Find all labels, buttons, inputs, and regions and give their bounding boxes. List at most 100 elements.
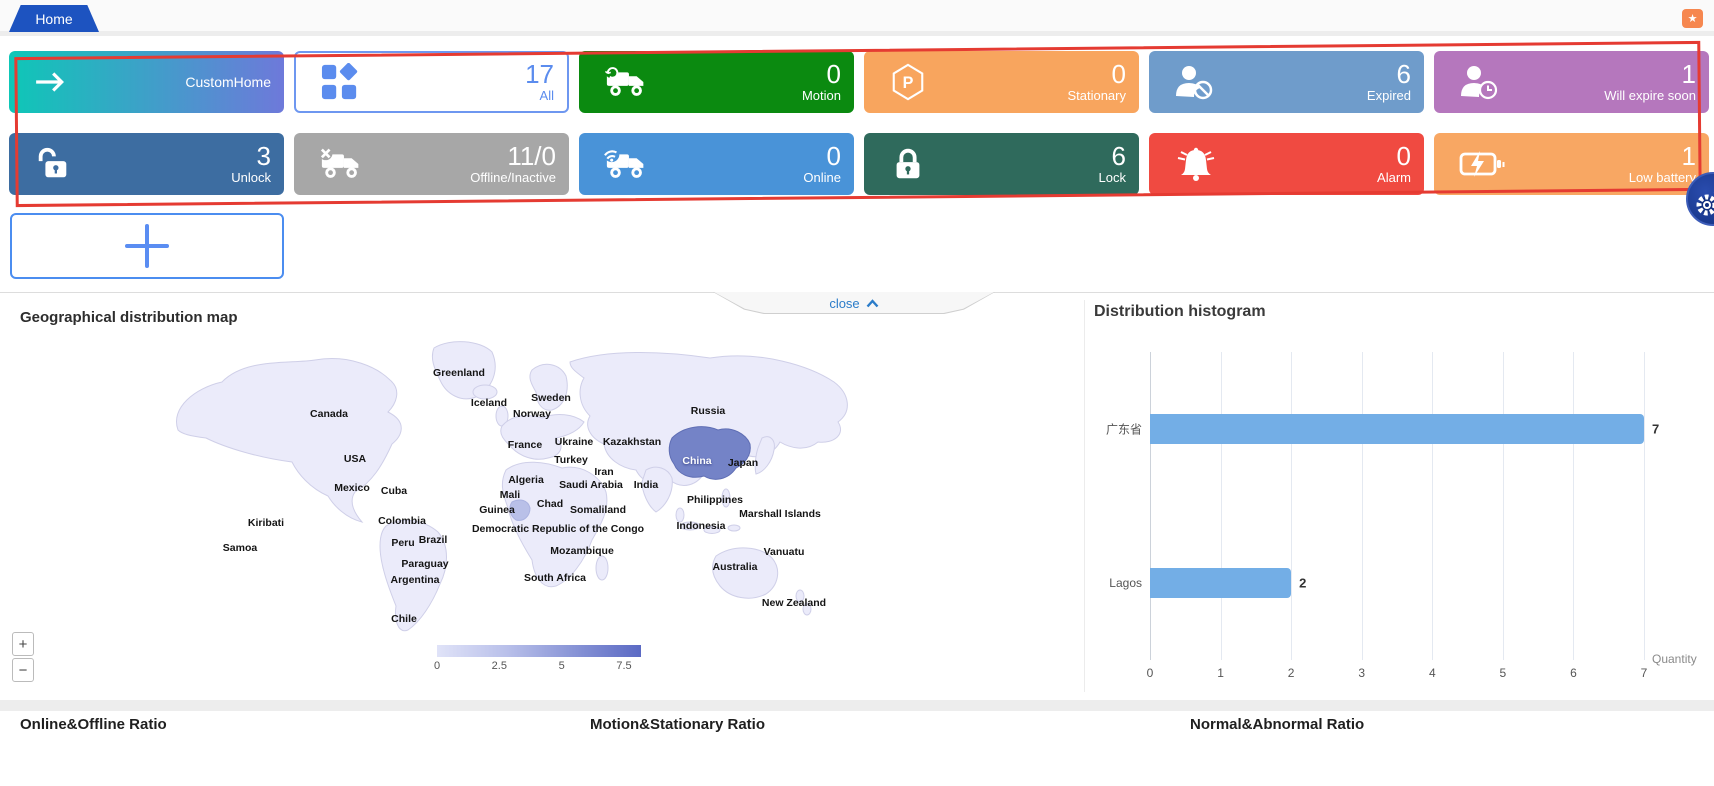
stat-card-label: Alarm — [1377, 171, 1411, 185]
stat-card-label: All — [525, 89, 554, 103]
panel-divider-vertical — [1084, 300, 1085, 692]
plus-icon — [125, 224, 169, 268]
stat-card-label: Motion — [802, 89, 841, 103]
stat-card-label: Unlock — [231, 171, 271, 185]
stat-card-stationary[interactable]: P 0 Stationary — [864, 51, 1139, 113]
stat-card-will-expire-soon[interactable]: 1 Will expire soon — [1434, 51, 1709, 113]
histogram-panel-title: Distribution histogram — [1094, 303, 1266, 321]
histogram-x-tick-label: 2 — [1288, 666, 1295, 680]
parking-hexagon-icon: P — [889, 63, 927, 101]
truck-online-icon — [604, 146, 652, 182]
histogram-gridline — [1150, 352, 1151, 660]
histogram-gridline — [1291, 352, 1292, 660]
stat-cards-row-2: 3 Unlock 11/0 Offline/Inactive — [9, 133, 1709, 195]
histogram-gridline — [1573, 352, 1574, 660]
stat-card-label: Offline/Inactive — [470, 171, 556, 185]
collapse-panel-button[interactable]: close — [713, 292, 995, 314]
section-title-online-offline-ratio: Online&Offline Ratio — [20, 716, 167, 733]
histogram-gridline — [1432, 352, 1433, 660]
histogram-gridline — [1362, 352, 1363, 660]
stat-card-label: Expired — [1367, 89, 1411, 103]
stat-card-label: Online — [803, 171, 841, 185]
gear-icon — [1688, 174, 1714, 224]
folder-star-icon: ★ — [1688, 12, 1698, 25]
arrow-right-icon — [34, 69, 66, 95]
padlock-open-icon — [34, 145, 72, 183]
histogram-bar — [1150, 568, 1291, 598]
stat-card-label: Stationary — [1067, 89, 1126, 103]
settings-floating-button[interactable] — [1686, 172, 1714, 226]
histogram-x-tick-label: 6 — [1570, 666, 1577, 680]
histogram-plot: 012345677广东省2Lagos — [1150, 352, 1644, 660]
stat-card-value: 1 — [1629, 143, 1696, 170]
map-legend-tick: 7.5 — [616, 660, 631, 672]
truck-motion-icon — [604, 64, 652, 100]
stat-card-motion[interactable]: 0 Motion — [579, 51, 854, 113]
histogram-bar — [1150, 414, 1644, 444]
map-region-nigeria — [510, 500, 530, 520]
histogram-bar-value: 2 — [1299, 576, 1306, 591]
histogram-x-tick-label: 4 — [1429, 666, 1436, 680]
histogram-category-label: 广东省 — [1084, 421, 1142, 438]
map-zoom-out-button[interactable]: − — [12, 658, 34, 682]
collapse-label: close — [829, 296, 859, 311]
section-title-motion-stationary-ratio: Motion&Stationary Ratio — [590, 716, 765, 733]
stat-card-value: 1 — [1604, 61, 1696, 88]
tab-home-label: Home — [35, 11, 72, 27]
stat-card-expired[interactable]: 6 Expired — [1149, 51, 1424, 113]
stat-card-label: Lock — [1099, 171, 1126, 185]
stat-card-lock[interactable]: 6 Lock — [864, 133, 1139, 195]
map-zoom-in-button[interactable]: + — [12, 632, 34, 656]
user-ban-icon — [1174, 64, 1214, 100]
stat-card-label: Will expire soon — [1604, 89, 1696, 103]
stat-card-value: 0 — [1377, 143, 1411, 170]
map-legend-tick: 2.5 — [492, 660, 507, 672]
histogram-axis-label: Quantity — [1652, 652, 1697, 666]
stat-card-all[interactable]: 17 All — [294, 51, 569, 113]
map-legend-tick: 5 — [559, 660, 565, 672]
bottom-divider-band — [0, 700, 1714, 711]
stat-card-online[interactable]: 0 Online — [579, 133, 854, 195]
svg-text:P: P — [903, 74, 914, 92]
stat-card-offline-inactive[interactable]: 11/0 Offline/Inactive — [294, 133, 569, 195]
favorites-folder-button[interactable]: ★ — [1682, 9, 1703, 28]
chevron-up-icon — [866, 299, 879, 308]
battery-charging-icon — [1459, 149, 1505, 179]
stat-card-label: CustomHome — [185, 75, 271, 90]
stat-cards-row-1: CustomHome 17 All — [9, 51, 1709, 113]
histogram-category-label: Lagos — [1084, 576, 1142, 590]
histogram-x-tick-label: 0 — [1147, 666, 1154, 680]
map-legend-ticks: 0 2.5 5 7.5 — [437, 660, 641, 674]
top-bar: Home ★ — [0, 0, 1714, 36]
stat-card-alarm[interactable]: 0 Alarm — [1149, 133, 1424, 195]
histogram-x-tick-label: 1 — [1217, 666, 1224, 680]
map-legend-tick: 0 — [434, 660, 440, 672]
stat-card-customhome[interactable]: CustomHome — [9, 51, 284, 113]
histogram-bar-value: 7 — [1652, 422, 1659, 437]
stat-card-value: 6 — [1367, 61, 1411, 88]
add-card-button[interactable] — [10, 213, 284, 279]
stat-card-value: 0 — [1067, 61, 1126, 88]
section-title-normal-abnormal-ratio: Normal&Abnormal Ratio — [1190, 716, 1364, 733]
map-region-china — [669, 427, 750, 480]
alarm-bell-icon — [1174, 145, 1218, 183]
world-map[interactable]: GreenlandCanadaIcelandSwedenNorwayRussia… — [150, 330, 880, 645]
histogram-gridline — [1644, 352, 1645, 660]
truck-offline-icon — [319, 146, 367, 182]
histogram-gridline — [1503, 352, 1504, 660]
stat-card-value: 0 — [802, 61, 841, 88]
stat-card-value: 17 — [525, 61, 554, 88]
stat-card-value: 11/0 — [470, 143, 556, 170]
map-legend-gradient — [437, 645, 641, 657]
stat-card-label: Low battery — [1629, 171, 1696, 185]
histogram-gridline — [1221, 352, 1222, 660]
stat-card-value: 6 — [1099, 143, 1126, 170]
stat-card-value: 0 — [803, 143, 841, 170]
apps-grid-icon — [321, 63, 359, 101]
stat-card-unlock[interactable]: 3 Unlock — [9, 133, 284, 195]
histogram-x-tick-label: 3 — [1358, 666, 1365, 680]
user-clock-icon — [1459, 64, 1499, 100]
stat-card-low-battery[interactable]: 1 Low battery — [1434, 133, 1709, 195]
tab-home[interactable]: Home — [9, 5, 99, 32]
stat-card-value: 3 — [231, 143, 271, 170]
